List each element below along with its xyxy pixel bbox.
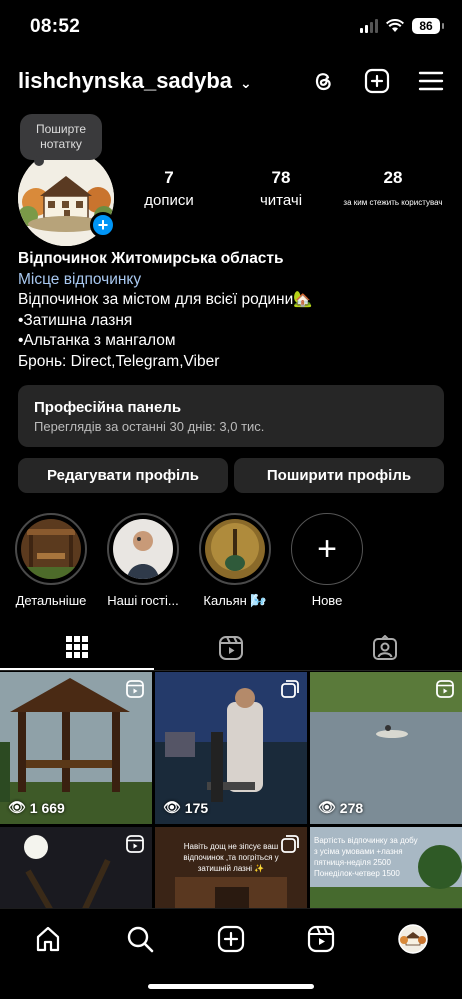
create-icon[interactable]: [362, 66, 392, 96]
threads-icon[interactable]: [308, 66, 338, 96]
following-count[interactable]: 28 за ким стежить користувач: [340, 168, 446, 207]
posts-count[interactable]: 7 дописи: [138, 168, 200, 209]
panel-title: Професійна панель: [34, 399, 182, 416]
cellular-signal-icon: [360, 19, 378, 33]
profile-bio: Відпочинок Житомирська область Місце від…: [18, 249, 313, 372]
highlight-guests[interactable]: Наші гості...: [104, 513, 182, 608]
add-story-button[interactable]: +: [90, 212, 116, 238]
bio-line: Бронь: Direct,Telegram,Viber: [18, 352, 220, 370]
post-caption: Навіть дощ не зіпсує ваш відпочинок ,та …: [183, 842, 279, 873]
highlight-label: Кальян 🌬️: [203, 593, 267, 608]
stat-label: за ким стежить користувач: [343, 198, 443, 207]
view-count: 👁 278: [318, 799, 363, 816]
highlight-label: Детальніше: [15, 593, 87, 608]
eye-icon: 👁: [163, 799, 181, 815]
highlight-label: Наші гості...: [107, 593, 179, 608]
highlight-new[interactable]: + Нове: [288, 513, 366, 608]
profile-header: lishchynska_sadyba ⌄: [0, 60, 462, 104]
home-indicator: [148, 984, 314, 989]
view-count-value: 278: [339, 799, 364, 816]
plus-icon: +: [291, 513, 363, 585]
carousel-icon: [281, 680, 299, 703]
grid-post[interactable]: 👁 1 669: [0, 672, 152, 824]
stat-label: читачі: [259, 192, 303, 209]
highlight-hookah[interactable]: Кальян 🌬️: [196, 513, 274, 609]
stat-value: 28: [383, 168, 403, 187]
display-name: Відпочинок Житомирська область: [18, 250, 284, 267]
eye-icon: 👁: [318, 799, 336, 815]
reels-nav-icon[interactable]: [301, 919, 341, 959]
highlight-cover: [205, 519, 265, 579]
professional-dashboard[interactable]: Професійна панель Переглядів за останні …: [18, 385, 444, 447]
username: lishchynska_sadyba: [18, 68, 233, 93]
share-profile-button[interactable]: Поширити профіль: [234, 458, 444, 493]
tab-posts[interactable]: [0, 626, 154, 670]
tab-tagged[interactable]: [308, 626, 462, 670]
wifi-icon: [386, 19, 404, 32]
create-post-icon[interactable]: [211, 919, 251, 959]
tagged-icon: [373, 635, 397, 660]
carousel-icon: [281, 835, 299, 858]
stat-value: 78: [271, 168, 291, 187]
reel-icon: [126, 680, 144, 703]
highlight-ring: [15, 513, 87, 585]
highlight-details[interactable]: Детальніше: [12, 513, 90, 608]
reel-icon: [126, 835, 144, 858]
highlight-cover: [21, 519, 81, 579]
account-switcher[interactable]: lishchynska_sadyba ⌄: [18, 68, 252, 94]
reels-icon: [219, 636, 243, 660]
view-count-value: 175: [184, 799, 209, 816]
home-icon[interactable]: [28, 919, 68, 959]
note-bubble[interactable]: Поширте нотатку: [20, 114, 102, 166]
bio-line: Відпочинок за містом для всієї родини🏡: [18, 291, 313, 308]
highlight-ring: [199, 513, 271, 585]
stat-value: 7: [164, 168, 174, 187]
view-count-value: 1 669: [29, 799, 65, 816]
reel-icon: [436, 680, 454, 703]
bio-line: •Альтанка з мангалом: [18, 332, 176, 349]
status-icons: 86: [360, 18, 444, 34]
highlight-ring: [107, 513, 179, 585]
view-count: 👁 1 669: [8, 799, 65, 816]
tab-divider: [0, 670, 462, 671]
bio-line: •Затишна лазня: [18, 311, 133, 329]
highlight-cover: [113, 519, 173, 579]
search-icon[interactable]: [120, 919, 160, 959]
edit-profile-button[interactable]: Редагувати профіль: [18, 458, 228, 493]
battery-icon: 86: [412, 18, 444, 34]
grid-post[interactable]: 👁 278: [310, 672, 462, 824]
post-caption: Вартість відпочинку за добу з усіма умов…: [314, 836, 418, 878]
grid-icon: [66, 636, 88, 658]
tab-reels[interactable]: [154, 626, 308, 670]
highlight-label: Нове: [311, 593, 343, 608]
menu-icon[interactable]: [416, 66, 446, 96]
followers-count[interactable]: 78 читачі: [250, 168, 312, 209]
stat-label: дописи: [144, 192, 194, 209]
panel-subtitle: Переглядів за останні 30 днів: 3,0 тис.: [34, 419, 265, 434]
status-bar: 08:52 86: [0, 0, 462, 56]
category-link[interactable]: Місце відпочинку: [18, 270, 313, 291]
chevron-down-icon: ⌄: [240, 74, 252, 91]
profile-avatar-icon[interactable]: [393, 919, 433, 959]
clock: 08:52: [30, 16, 81, 37]
grid-post[interactable]: 👁 175: [155, 672, 307, 824]
view-count: 👁 175: [163, 799, 208, 816]
profile-avatar[interactable]: +: [18, 150, 116, 246]
eye-icon: 👁: [8, 799, 26, 815]
